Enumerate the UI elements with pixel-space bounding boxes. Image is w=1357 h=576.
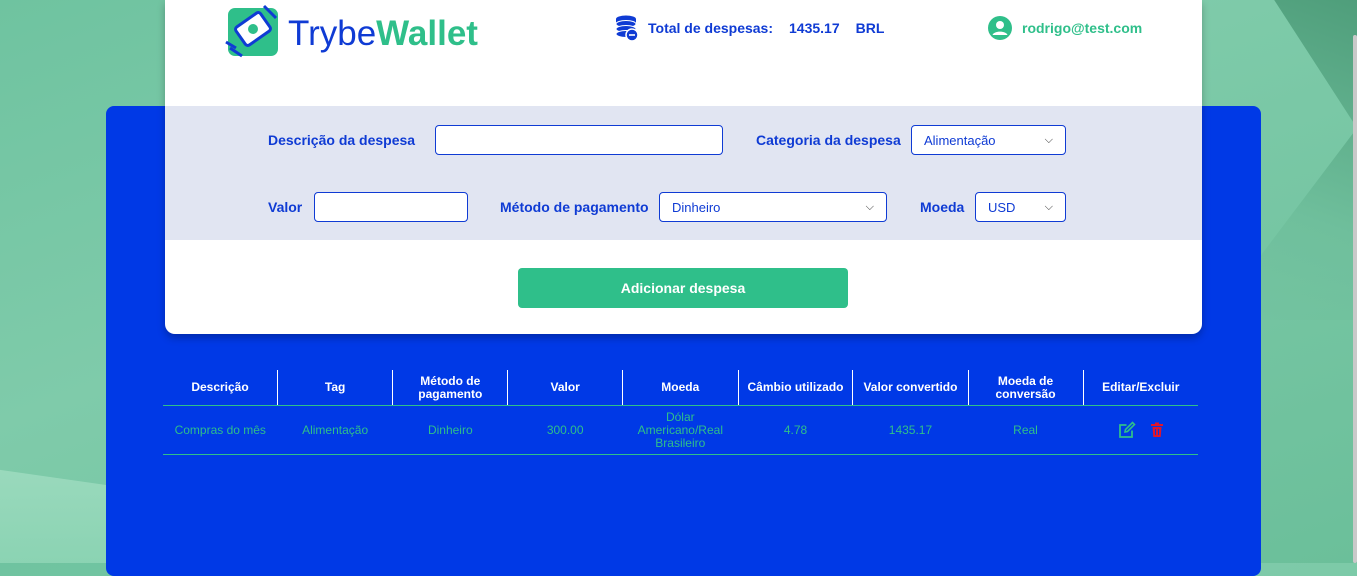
table-row: Compras do mês Alimentação Dinheiro 300.… (163, 405, 1198, 455)
category-label: Categoria da despesa (756, 132, 901, 148)
edit-icon[interactable] (1118, 421, 1136, 439)
total-currency: BRL (855, 20, 885, 36)
header-conversion-currency: Moeda de conversão (967, 370, 1084, 406)
method-select[interactable]: Dinheiro ⌵ (659, 192, 887, 222)
expenses-table: Descrição Tag Método de pagamento Valor … (163, 370, 1198, 455)
currency-label: Moeda (920, 199, 965, 215)
header-value: Valor (507, 370, 623, 406)
header-method: Método de pagamento (392, 370, 508, 406)
currency-select[interactable]: USD ⌵ (975, 192, 1066, 222)
table-header-row: Descrição Tag Método de pagamento Valor … (163, 370, 1198, 406)
header-tag: Tag (276, 370, 393, 406)
total-label: Total de despesas: (648, 20, 774, 36)
total-value: 1435.17 (789, 20, 840, 36)
value-label: Valor (268, 199, 303, 215)
logo-text-trybe: Trybe (288, 14, 377, 53)
cell-value: 300.00 (507, 405, 623, 455)
scrollbar[interactable] (1353, 35, 1357, 563)
header-edit-delete: Editar/Excluir (1082, 370, 1198, 406)
wallet-logo-icon (225, 4, 278, 58)
currency-value: USD (988, 199, 1016, 215)
cell-rate: 4.78 (738, 405, 853, 455)
chevron-down-icon: ⌵ (1044, 200, 1053, 213)
value-input[interactable] (314, 192, 468, 222)
cell-description: Compras do mês (163, 405, 278, 455)
header-rate: Câmbio utilizado (737, 370, 853, 406)
header-description: Descrição (163, 370, 278, 406)
category-select[interactable]: Alimentação ⌵ (911, 125, 1066, 155)
cell-method: Dinheiro (392, 405, 508, 455)
coins-icon (615, 15, 639, 42)
user-avatar-icon (988, 16, 1012, 40)
chevron-down-icon: ⌵ (1044, 133, 1053, 146)
method-value: Dinheiro (672, 199, 721, 215)
trash-icon[interactable] (1150, 422, 1164, 438)
description-input[interactable] (435, 125, 723, 155)
header-converted: Valor convertido (852, 370, 968, 406)
cell-currency: Dólar Americano/Real Brasileiro (622, 405, 739, 455)
category-value: Alimentação (924, 132, 996, 148)
total-expenses: Total de despesas: 1435.17 BRL (612, 14, 884, 42)
cell-conversion-currency: Real (968, 405, 1084, 455)
description-label: Descrição da despesa (268, 132, 416, 148)
method-label: Método de pagamento (500, 199, 649, 215)
cell-converted: 1435.17 (852, 405, 968, 455)
add-expense-button[interactable]: Adicionar despesa (518, 268, 848, 308)
user-email: rodrigo@test.com (1022, 20, 1143, 36)
user-info: rodrigo@test.com (988, 16, 1142, 40)
trybewallet-logo: TrybeWallet (224, 4, 504, 58)
chevron-down-icon: ⌵ (865, 200, 874, 213)
logo-text-wallet: Wallet (376, 14, 478, 53)
header-currency: Moeda (622, 370, 739, 406)
cell-actions (1083, 405, 1198, 455)
cell-tag: Alimentação (277, 405, 393, 455)
